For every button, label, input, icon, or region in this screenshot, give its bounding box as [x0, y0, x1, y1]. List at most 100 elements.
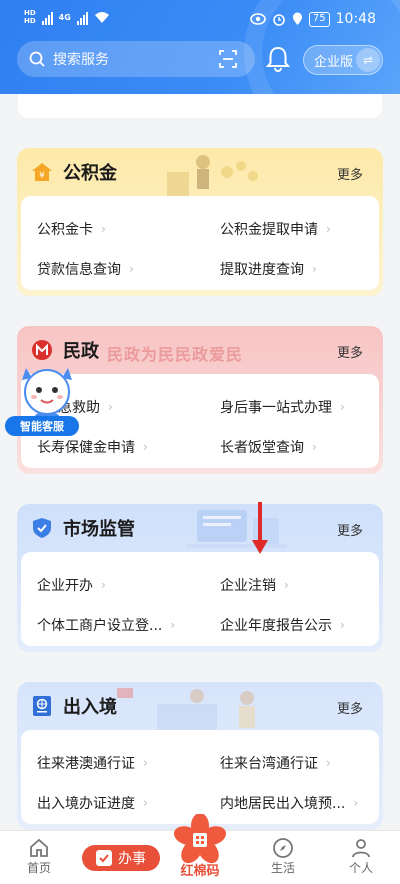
service-label: 提取进度查询 — [220, 262, 304, 278]
tab-home-label: 首页 — [26, 861, 51, 875]
service-label: 公积金卡 — [37, 222, 93, 238]
tab-life[interactable]: 生活 — [253, 837, 313, 876]
service-item[interactable]: 长者饭堂查询 › — [220, 437, 317, 457]
chevron-right-icon: › — [143, 756, 148, 770]
clock: 10:48 — [335, 11, 376, 27]
service-label: 公积金提取申请 — [220, 222, 318, 238]
service-item[interactable]: 提取进度查询 › — [220, 259, 317, 279]
search-icon — [29, 51, 45, 67]
swap-icon: ⇌ — [356, 48, 380, 72]
service-item[interactable]: 内地居民出入境预... › — [220, 793, 358, 813]
assistant-label[interactable]: 智能客服 — [5, 416, 79, 436]
tab-services-label: 办事 — [118, 851, 146, 867]
service-label: 内地居民出入境预... — [220, 796, 346, 812]
service-label: 往来台湾通行证 — [220, 756, 318, 772]
civil-affairs-banner: 民政为民民政爱民 — [107, 345, 244, 364]
signal-icon — [41, 11, 53, 25]
chevron-right-icon: › — [170, 618, 176, 632]
search-placeholder: 搜索服务 — [53, 52, 109, 68]
eye-icon — [250, 13, 266, 25]
scan-button[interactable] — [215, 46, 241, 72]
chevron-right-icon: › — [284, 578, 289, 592]
service-label: 企业年度报告公示 — [220, 618, 332, 634]
service-label: 企业注销 — [220, 578, 276, 594]
passport-icon — [31, 695, 53, 717]
chevron-right-icon: › — [129, 262, 134, 276]
chevron-right-icon: › — [340, 400, 345, 414]
network-label: 4G — [58, 13, 71, 22]
chevron-right-icon: › — [326, 756, 331, 770]
chevron-right-icon: › — [101, 578, 106, 592]
more-link[interactable]: 更多 — [337, 698, 363, 717]
home-icon — [30, 838, 48, 857]
chevron-right-icon: › — [340, 618, 345, 632]
compass-icon — [273, 838, 293, 858]
annotation-arrow-icon — [252, 502, 268, 554]
tab-personal-label: 个人 — [348, 861, 373, 875]
service-label: 企业开办 — [37, 578, 93, 594]
service-label: 贷款信息查询 — [37, 262, 121, 278]
service-label: 往来港澳通行证 — [37, 756, 135, 772]
chevron-right-icon: › — [143, 440, 148, 454]
status-left: HD HD 4G — [24, 10, 110, 25]
chevron-right-icon: › — [143, 796, 148, 810]
status-bar: HD HD 4G 75 10:48 — [0, 0, 400, 40]
service-label: 长者饭堂查询 — [220, 440, 304, 456]
service-item[interactable]: 公积金提取申请 › — [220, 219, 331, 239]
service-label: 个体工商户设立登... — [37, 618, 163, 634]
service-item[interactable]: 往来台湾通行证 › — [220, 753, 331, 773]
wifi-icon — [94, 12, 109, 23]
service-label: 长寿保健金申请 — [37, 440, 135, 456]
service-item[interactable]: 企业注销 › — [220, 575, 289, 595]
status-right: 75 10:48 — [250, 11, 376, 27]
card-body: 往来港澳通行证 › 往来台湾通行证 › 出入境办证进度 › 内地居民出入境预... › — [21, 730, 379, 824]
service-item[interactable]: 身后事一站式办理 › — [220, 397, 345, 417]
card-header: 市场监管 更多 — [17, 504, 383, 552]
chevron-right-icon: › — [326, 222, 331, 236]
tab-services-button[interactable]: 办事 — [82, 845, 160, 871]
card-housing-fund: ¥ 公积金 更多 公积金卡 › 公积金提取申请 › 贷款信息查询 › 提取进度查询 › — [17, 148, 383, 296]
chevron-right-icon: › — [312, 262, 317, 276]
more-link[interactable]: 更多 — [337, 164, 363, 183]
market-illustration — [187, 510, 287, 548]
chevron-right-icon: › — [353, 796, 359, 810]
search-bar[interactable]: 搜索服务 — [17, 41, 255, 77]
sim1-label: HD — [24, 9, 36, 17]
signal2-icon — [76, 11, 88, 25]
service-item[interactable]: 往来港澳通行证 › — [37, 753, 148, 773]
service-item[interactable]: 出入境办证进度 › — [37, 793, 148, 813]
card-market-supervision: 市场监管 更多 企业开办 › 企业注销 › 个体工商户设立登... › 企业年度报告公… — [17, 504, 383, 652]
service-label: 身后事一站式办理 — [220, 400, 332, 416]
immigration-illustration — [117, 688, 255, 730]
kapok-code-label[interactable]: 红棉码 — [170, 860, 230, 879]
service-item[interactable]: 个体工商户设立登... › — [37, 615, 175, 635]
more-link[interactable]: 更多 — [337, 342, 363, 361]
tab-home[interactable]: 首页 — [9, 837, 69, 876]
housing-fund-icon: ¥ — [31, 161, 53, 183]
service-label: 出入境办证进度 — [37, 796, 135, 812]
service-item[interactable]: 公积金卡 › — [37, 219, 106, 239]
service-item[interactable]: 贷款信息查询 › — [37, 259, 134, 279]
chevron-right-icon: › — [312, 440, 317, 454]
housing-illustration — [167, 155, 258, 196]
tab-personal[interactable]: 个人 — [331, 837, 391, 876]
market-supervision-icon — [31, 517, 53, 539]
card-immigration: 出入境 更多 往来港澳通行证 › 往来台湾通行证 › 出入境办证进度 › 内地居民出入… — [17, 682, 383, 830]
chevron-right-icon: › — [108, 400, 113, 414]
card-title: 公积金 — [63, 163, 117, 184]
sim2-label: HD — [24, 17, 36, 25]
tab-life-label: 生活 — [270, 861, 295, 875]
chevron-right-icon: › — [101, 222, 106, 236]
enterprise-version-label: 企业版 — [314, 54, 354, 70]
service-item[interactable]: 企业开办 › — [37, 575, 106, 595]
card-header: ¥ 公积金 更多 — [17, 148, 383, 196]
more-link[interactable]: 更多 — [337, 520, 363, 539]
location-icon — [292, 12, 302, 25]
service-item[interactable]: 长寿保健金申请 › — [37, 437, 148, 457]
notification-bell-icon[interactable] — [263, 44, 293, 74]
service-item[interactable]: 企业年度报告公示 › — [220, 615, 345, 635]
card-header: 出入境 更多 — [17, 682, 383, 730]
enterprise-version-button[interactable]: 企业版 ⇌ — [303, 45, 383, 75]
sim-labels: HD HD — [24, 10, 36, 25]
battery-indicator: 75 — [308, 11, 330, 27]
